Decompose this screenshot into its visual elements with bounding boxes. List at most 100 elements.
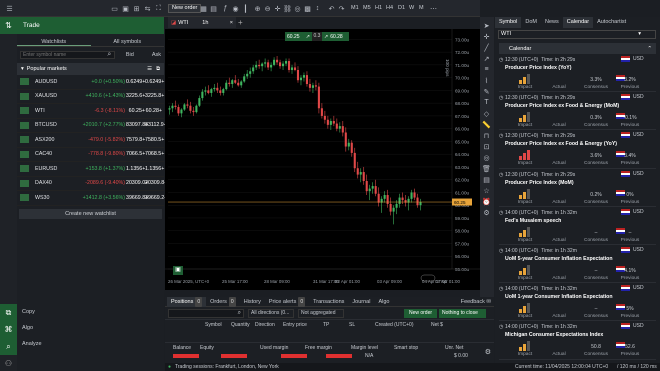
tab-transactions[interactable]: Transactions <box>309 297 348 307</box>
symbol-ask[interactable]: 7580.5+ <box>145 137 164 143</box>
tf-h1[interactable]: H1 <box>375 5 382 11</box>
collapse-icon[interactable]: ⌃ <box>647 46 652 52</box>
symbol-bid[interactable]: 0.6249+ <box>126 79 145 85</box>
star-icon[interactable]: ☆ <box>482 186 491 195</box>
tab-positions[interactable]: Positions 0 <box>167 297 207 307</box>
symbol-ask[interactable]: 39669.2+ <box>145 195 167 201</box>
column-header[interactable]: Quantity <box>231 322 250 328</box>
column-header[interactable]: Entry price <box>283 322 307 328</box>
external-icon[interactable]: ⧉ <box>156 66 160 73</box>
calendar-event[interactable]: ◷ 12:30 (UTC+0) Time: in 2h 29s USD Producer… <box>499 92 656 131</box>
tf-m1[interactable]: M1 <box>351 5 359 11</box>
tf-w[interactable]: W <box>409 5 414 11</box>
positions-search-input[interactable]: ⌕ <box>168 309 244 318</box>
column-header[interactable]: Net $ <box>431 322 443 328</box>
column-header[interactable]: TP <box>323 322 329 328</box>
scale-icon[interactable]: ↕ <box>313 4 322 13</box>
symbol-ask[interactable]: 3225.8+ <box>145 93 164 99</box>
analyze-nav-icon[interactable]: ⌕ <box>0 338 17 355</box>
watchlist-row[interactable]: BTCUSD +2010.7 (+2.77%) 83097.8+ 83112.9+ <box>17 119 167 133</box>
symbol-bid[interactable]: 60.25+ <box>126 108 145 114</box>
text-icon[interactable]: T <box>482 98 491 107</box>
tab-all-symbols[interactable]: All symbols <box>91 37 165 46</box>
symbol-bid[interactable]: 7579.8+ <box>126 137 145 143</box>
layers-icon[interactable]: ▤ <box>482 175 491 184</box>
crosshair-icon[interactable]: ✛ <box>273 4 282 13</box>
magnet-icon[interactable]: ⊓ <box>482 131 491 140</box>
new-order-button[interactable]: New order <box>168 4 202 13</box>
add-chart-icon[interactable]: + <box>238 18 243 27</box>
watchlist-row[interactable]: AUDUSD +0.0 (+0.50%) 0.6249+ 0.6249+ <box>17 75 164 90</box>
shapes-icon[interactable]: ◇ <box>482 109 491 118</box>
symbol-bid[interactable]: 20309.0+ <box>126 180 148 186</box>
crosshair-icon[interactable]: ✛ <box>482 32 491 41</box>
nothing-to-close-button[interactable]: Nothing to close <box>439 309 486 318</box>
trash-icon[interactable]: 🗑 <box>482 164 491 173</box>
buy-quote[interactable]: ↗ 60.28 <box>322 32 349 41</box>
calendar-event[interactable]: ◷ 14:00 (UTC+0) Time: in 1h 32m USD UoM 5-ye… <box>499 245 656 284</box>
tab-algo[interactable]: Algo <box>374 297 393 307</box>
tf-m[interactable]: M <box>419 5 424 11</box>
chart-tab-wti[interactable]: ◪ WTI 1h × <box>168 17 236 28</box>
grid-icon[interactable]: ▩ <box>303 4 312 13</box>
symbol-ask[interactable]: 83112.9+ <box>145 122 167 128</box>
symbol-ask[interactable]: 1.1356+ <box>145 166 164 172</box>
symbol-select[interactable]: WTI ▾ ▤ <box>498 30 656 39</box>
panel-icon[interactable]: ▭ <box>110 4 119 13</box>
indicator-icon[interactable]: ƒ <box>221 4 230 13</box>
calendar-header[interactable]: Calendar ⌃ <box>499 43 656 54</box>
tab-watchlists[interactable]: Watchlists <box>17 37 91 46</box>
calendar-event[interactable]: ◷ 14:00 (UTC+0) Time: in 1h 32m USD UoM 1-ye… <box>499 283 656 322</box>
tf-d1[interactable]: D1 <box>398 5 405 11</box>
channel-icon[interactable]: ≡ <box>482 65 491 74</box>
price-chart[interactable]: 73.00u 72.00u 71.00u 70.00u 69.00u 68.00u 67.0… <box>165 29 480 290</box>
camera-icon[interactable]: ◉ <box>231 4 240 13</box>
link-icon[interactable]: ⛓ <box>283 4 292 13</box>
popular-markets-group[interactable]: ▾ Popular markets ☰ ⧉ <box>17 63 164 75</box>
fullscreen-icon[interactable]: ⛶ <box>154 4 163 13</box>
zoom-out-icon[interactable]: ⊖ <box>263 4 272 13</box>
column-header[interactable]: Direction <box>255 322 275 328</box>
symbol-bid[interactable]: 7066.5+ <box>126 151 145 157</box>
aggregation-select[interactable]: Not aggregated <box>298 309 344 318</box>
tab-history[interactable]: History <box>240 297 265 307</box>
tab-calendar[interactable]: Calendar <box>562 17 594 28</box>
chart-svg[interactable]: 73.00u 72.00u 71.00u 70.00u 69.00u 68.00u 67.0… <box>165 29 480 290</box>
watchlist-row[interactable]: DAX40 -2089.6 (-9.40%) 20309.0+ 20309.8+ <box>17 177 167 191</box>
calendar-event[interactable]: ◷ 14:00 (UTC+0) Time: in 1h 32m USD Fed's Mu… <box>499 207 656 245</box>
column-header[interactable]: SL <box>349 322 355 328</box>
tab-dom[interactable]: DoM <box>521 17 541 28</box>
ray-icon[interactable]: ↗ <box>482 54 491 63</box>
hamburger-menu-icon[interactable]: ☰ <box>5 4 14 13</box>
settings-icon[interactable]: ⚙ <box>482 208 491 217</box>
tab-autochartist[interactable]: Autochartist <box>593 17 630 28</box>
tf-h4[interactable]: H4 <box>386 5 393 11</box>
create-watchlist-button[interactable]: Create new watchlist <box>19 208 162 219</box>
cursor-icon[interactable]: ➤ <box>482 21 491 30</box>
new-order-button-bottom[interactable]: New order <box>404 309 437 318</box>
account-icon[interactable]: ⚇ <box>0 355 17 371</box>
layout-icon[interactable]: ⊞ <box>132 4 141 13</box>
copy-nav-icon[interactable]: ⧉ <box>0 304 17 321</box>
brush-icon[interactable]: ✎ <box>482 87 491 96</box>
close-icon[interactable]: × <box>230 20 233 26</box>
algo-link[interactable]: Algo <box>17 320 164 336</box>
search-icon[interactable]: ⌕ <box>105 51 114 60</box>
symbol-ask[interactable]: 0.6249+ <box>145 79 164 85</box>
candle-type-icon[interactable]: ┃ <box>241 4 250 13</box>
calendar-event[interactable]: ◷ 12:30 (UTC+0) Time: in 2h 29s USD Producer… <box>499 169 656 207</box>
ruler-icon[interactable]: 📏 <box>482 120 491 129</box>
column-header[interactable]: Symbol <box>205 322 222 328</box>
symbol-search-input[interactable] <box>20 51 115 59</box>
tf-m5[interactable]: M5 <box>363 5 371 11</box>
trade-nav-icon[interactable]: ⇅ <box>0 17 17 34</box>
watchlist-row[interactable]: WTI -6.3 (-8.11%) 60.25+ 60.28+ <box>17 104 164 119</box>
screenshot-icon[interactable]: ▣ <box>173 266 183 275</box>
symbol-bid[interactable]: 1.1356+ <box>126 166 145 172</box>
lock-icon[interactable]: ⊡ <box>482 142 491 151</box>
algo-nav-icon[interactable]: ⌘ <box>0 321 17 338</box>
column-header[interactable]: Created (UTC+0) <box>375 322 413 328</box>
template-icon[interactable]: ▤ <box>209 4 218 13</box>
flip-icon[interactable]: ⇆ <box>143 4 152 13</box>
watchlist-row[interactable]: CAC40 -778.8 (-9.80%) 7066.5+ 7068.5+ <box>17 148 164 162</box>
